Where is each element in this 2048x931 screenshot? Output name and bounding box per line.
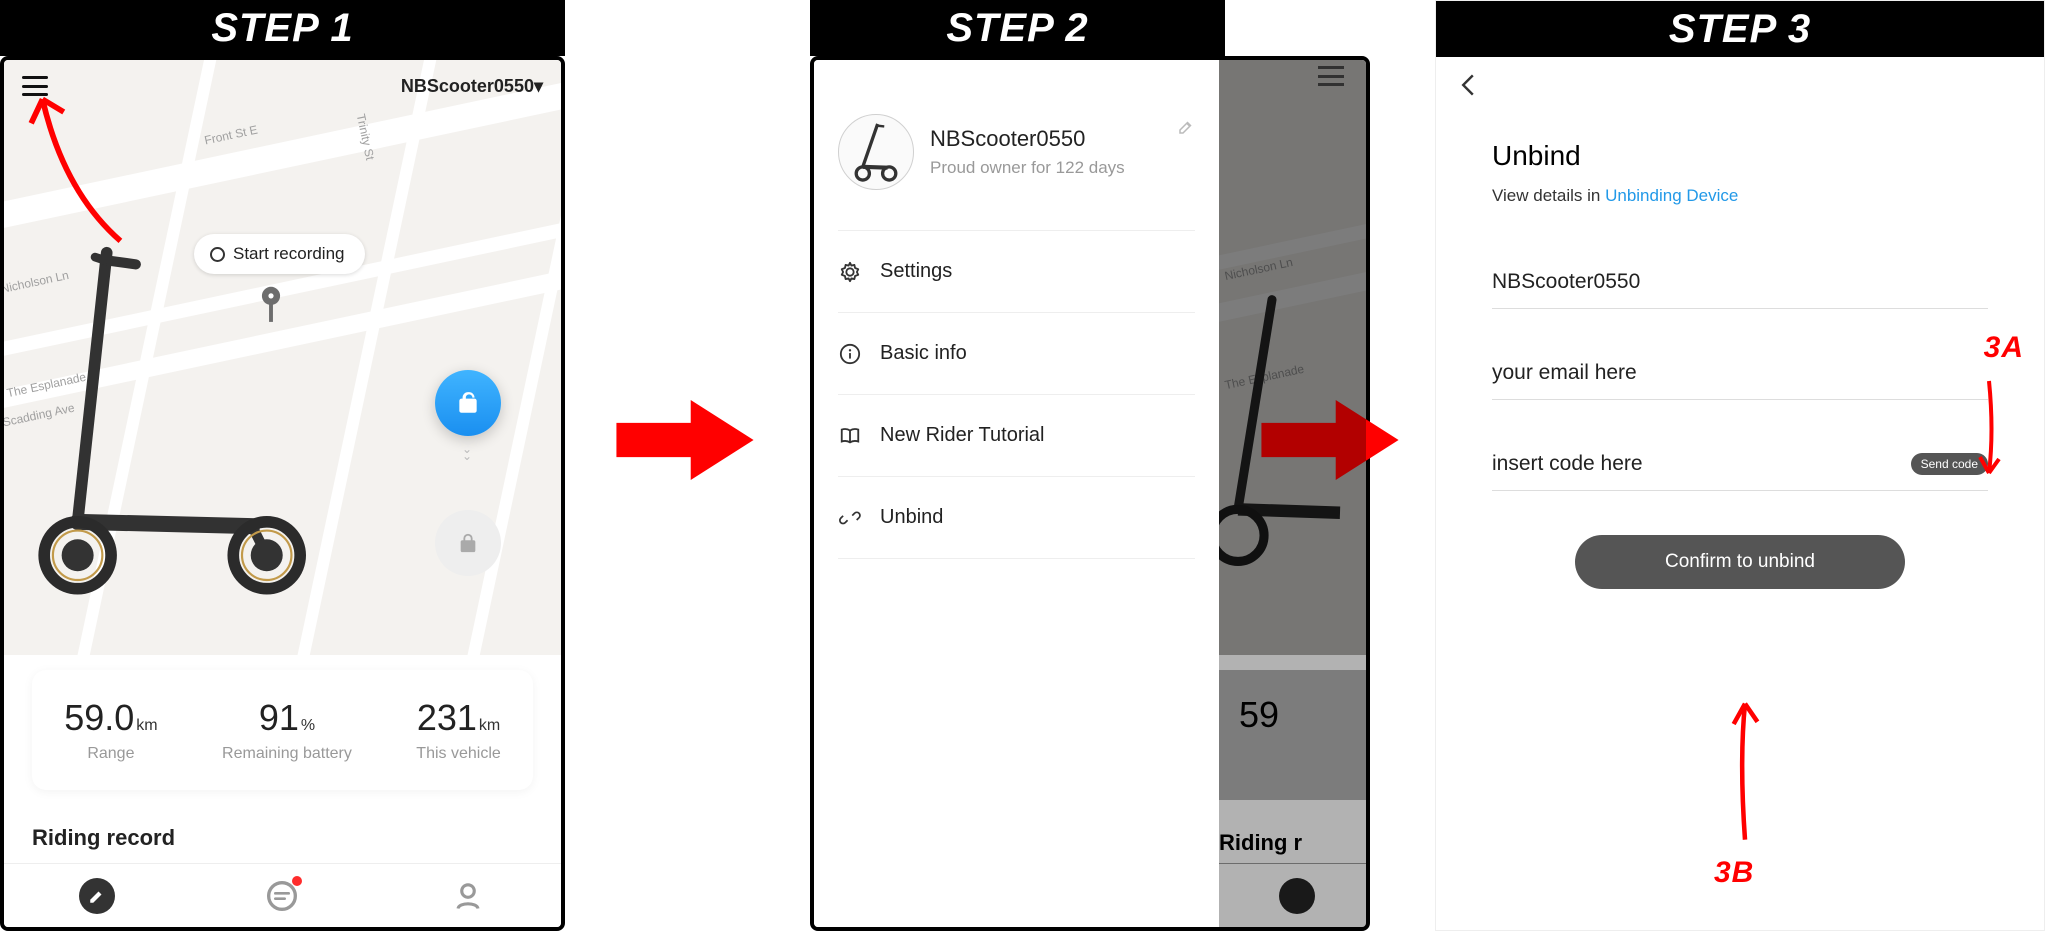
menu-item-settings[interactable]: Settings [838, 231, 1195, 313]
drawer-scrim[interactable] [1219, 60, 1370, 927]
riding-record-heading: Riding record [32, 825, 175, 851]
scooter-image [34, 230, 354, 610]
step-3-banner: STEP 3 [1436, 1, 2044, 57]
stat-vehicle-unit: km [479, 717, 500, 734]
menu-item-basic-info[interactable]: Basic info [838, 313, 1195, 395]
stat-range-value: 59.0 [64, 697, 134, 738]
unbind-subtitle: View details in Unbinding Device [1492, 186, 1988, 206]
unbinding-device-link[interactable]: Unbinding Device [1605, 186, 1738, 205]
stat-vehicle-label: This vehicle [416, 745, 500, 763]
stat-battery: 91% Remaining battery [222, 697, 352, 763]
annotation-label-3b: 3B [1714, 856, 1754, 890]
side-drawer: NBScooter0550 Proud owner for 122 days S… [814, 60, 1219, 927]
menu-item-tutorial[interactable]: New Rider Tutorial [838, 395, 1195, 477]
step1-phone-frame: Front St E Trinity St Nicholson Ln Mill … [0, 56, 565, 931]
device-selector[interactable]: NBScooter0550▾ [401, 76, 543, 97]
annotation-label-3a: 3A [1984, 331, 2024, 365]
stat-range-unit: km [136, 717, 157, 734]
menu-item-unbind[interactable]: Unbind [838, 477, 1195, 559]
profile-icon [453, 881, 483, 911]
code-input[interactable] [1492, 452, 1911, 476]
stat-vehicle: 231km This vehicle [416, 697, 500, 763]
step3-screen: Unbind View details in Unbinding Device … [1436, 57, 2044, 930]
lock-icon [457, 532, 479, 554]
email-input[interactable] [1492, 361, 1988, 385]
menu-label-tutorial: New Rider Tutorial [880, 424, 1045, 447]
drawer-owner-duration: Proud owner for 122 days [930, 158, 1125, 178]
back-button[interactable] [1436, 57, 1500, 120]
device-avatar [838, 114, 914, 190]
stat-range-label: Range [64, 745, 157, 763]
street-front-st: Front St E [203, 123, 259, 148]
step-1-banner: STEP 1 [0, 0, 565, 56]
step-2-banner: STEP 2 [810, 0, 1225, 56]
menu-label-basic-info: Basic info [880, 342, 967, 365]
menu-label-unbind: Unbind [880, 506, 943, 529]
stat-battery-value: 91 [259, 697, 299, 738]
stats-card: 59.0km Range 91% Remaining battery 231km… [32, 670, 533, 790]
nav-activity[interactable] [264, 878, 300, 914]
bottom-nav [4, 863, 561, 927]
menu-label-settings: Settings [880, 260, 952, 283]
gear-icon [838, 260, 862, 284]
stat-vehicle-value: 231 [417, 697, 477, 738]
stat-battery-unit: % [301, 717, 315, 734]
stat-range: 59.0km Range [64, 697, 157, 763]
book-icon [838, 424, 862, 448]
lock-button[interactable] [435, 510, 501, 576]
info-icon [838, 342, 862, 366]
drawer-device-name: NBScooter0550 [930, 126, 1125, 152]
menu-icon[interactable] [22, 76, 48, 96]
edit-icon[interactable] [1177, 118, 1195, 141]
email-field[interactable] [1492, 347, 1988, 400]
nav-home[interactable] [79, 878, 115, 914]
stat-battery-label: Remaining battery [222, 745, 352, 763]
pencil-icon [88, 887, 106, 905]
code-field[interactable]: Send code [1492, 438, 1988, 491]
notification-dot-icon [292, 876, 302, 886]
unlock-icon [455, 390, 481, 416]
arrow-step1-to-step2 [615, 400, 755, 480]
scooter-avatar-icon [848, 119, 904, 185]
unbind-title: Unbind [1492, 140, 1988, 172]
expand-chevron-icon[interactable]: ⌄⌄ [462, 446, 472, 460]
step2-phone-frame: Nicholson Ln The Esplanade 59 Riding r [810, 56, 1370, 931]
device-name-field: NBScooter0550 [1492, 256, 1988, 309]
nav-profile[interactable] [450, 878, 486, 914]
confirm-unbind-button[interactable]: Confirm to unbind [1575, 535, 1905, 589]
unlink-icon [838, 506, 862, 530]
back-chevron-icon [1460, 73, 1476, 97]
send-code-button[interactable]: Send code [1911, 453, 1988, 475]
unlock-button[interactable] [435, 370, 501, 436]
map-area[interactable]: Front St E Trinity St Nicholson Ln Mill … [4, 60, 561, 655]
